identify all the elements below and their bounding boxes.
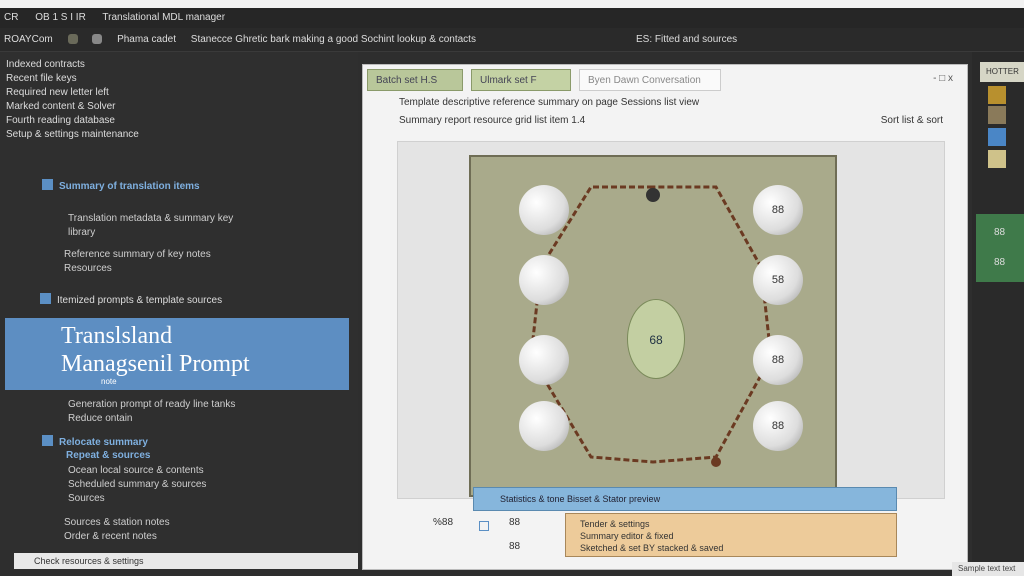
top-strip bbox=[0, 0, 1024, 8]
window-controls[interactable]: - □ x bbox=[933, 73, 953, 84]
description-line: Summary report resource grid list item 1… bbox=[399, 115, 586, 126]
status-bar: Sample text text bbox=[952, 562, 1024, 576]
row-label: 88 bbox=[509, 541, 521, 552]
window-title: Translational MDL manager bbox=[102, 12, 226, 23]
node-ball[interactable]: 88 bbox=[753, 185, 803, 235]
list-item[interactable]: Setup & settings maintenance bbox=[6, 128, 139, 142]
image-icon[interactable] bbox=[92, 34, 103, 45]
section-subtitle: Repeat & sources bbox=[66, 450, 151, 461]
selected-prompt-item[interactable]: Translsland Managsenil Prompt note bbox=[5, 318, 349, 390]
right-item[interactable]: 88 bbox=[976, 244, 1024, 282]
popup-line: Summary editor & fixed bbox=[580, 531, 674, 541]
center-node[interactable]: 68 bbox=[627, 299, 685, 379]
section-text: Reduce ontain bbox=[68, 413, 133, 424]
node-ball[interactable] bbox=[519, 335, 569, 385]
list-item[interactable]: Fourth reading database bbox=[6, 114, 139, 128]
node-ball[interactable] bbox=[519, 401, 569, 451]
popup-line: Tender & settings bbox=[580, 519, 650, 529]
node-ball[interactable] bbox=[519, 255, 569, 305]
preview-popup[interactable]: Statistics & tone Bisset & Stator previe… bbox=[473, 487, 897, 511]
chat-icon[interactable] bbox=[67, 34, 78, 45]
list-item[interactable]: Marked content & Solver bbox=[6, 100, 139, 114]
node-ball[interactable]: 88 bbox=[753, 335, 803, 385]
title-bar: CR OB 1 S I IR Translational MDL manager bbox=[0, 8, 1024, 28]
right-panel: HOTTER 88 88 bbox=[972, 52, 1024, 572]
row-label: %88 bbox=[433, 517, 454, 528]
node-ball[interactable] bbox=[519, 185, 569, 235]
section-title: Summary of translation items bbox=[59, 181, 200, 192]
document-panel: Batch set H.S Ulmark set F Byen Dawn Con… bbox=[362, 64, 968, 570]
editor-popup[interactable]: Tender & settings Summary editor & fixed… bbox=[565, 513, 897, 557]
panel-title: ES: Fitted and sources bbox=[636, 34, 738, 45]
list-item[interactable]: Indexed contracts bbox=[6, 58, 139, 72]
section-text: Reference summary of key notes bbox=[64, 249, 211, 260]
popup-line: Sketched & set BY stacked & saved bbox=[580, 543, 724, 553]
section-relocate[interactable]: Relocate summary Repeat & sources bbox=[42, 432, 150, 461]
node-ball[interactable]: 88 bbox=[753, 401, 803, 451]
section-text: library bbox=[68, 227, 96, 238]
section-icon bbox=[40, 293, 51, 305]
section-text: Generation prompt of ready line tanks bbox=[68, 399, 236, 410]
app-menu[interactable]: CR bbox=[4, 12, 18, 23]
diagram-figure[interactable]: 88 58 88 88 68 bbox=[469, 155, 837, 497]
blue-icon[interactable] bbox=[988, 128, 1006, 146]
section-text: Order & recent notes bbox=[64, 531, 157, 542]
tab-ulmark[interactable]: Ulmark set F bbox=[471, 69, 571, 91]
section-text: Resources bbox=[64, 263, 112, 274]
left-panel: Indexed contracts Recent file keys Requi… bbox=[0, 52, 358, 550]
right-panel-header: HOTTER bbox=[980, 62, 1024, 82]
prompt-title-line2: Managsenil Prompt bbox=[61, 351, 250, 377]
toolbar: ROAYCom Phama cadet Stanecce Ghretic bar… bbox=[0, 28, 1024, 52]
prompt-title-line1: Translsland bbox=[61, 323, 173, 349]
section-summary[interactable]: Summary of translation items bbox=[42, 176, 200, 194]
list-item[interactable]: Recent file keys bbox=[6, 72, 139, 86]
section-prompts[interactable]: Itemized prompts & template sources bbox=[40, 290, 222, 308]
section-text: Translation metadata & summary key bbox=[68, 213, 234, 224]
section-text: Scheduled summary & sources bbox=[68, 479, 207, 490]
section-text: Sources & station notes bbox=[64, 517, 170, 528]
tab-batch[interactable]: Batch set H.S bbox=[367, 69, 463, 91]
bottom-bar-label: Check resources & settings bbox=[34, 556, 144, 566]
sort-label[interactable]: Sort list & sort bbox=[881, 115, 943, 126]
description-line: Template descriptive reference summary o… bbox=[399, 97, 700, 108]
prompt-subtitle: note bbox=[101, 377, 117, 386]
list-item[interactable]: Required new letter left bbox=[6, 86, 139, 100]
recent-list: Indexed contracts Recent file keys Requi… bbox=[6, 58, 139, 142]
tab-conversation[interactable]: Byen Dawn Conversation bbox=[579, 69, 721, 91]
app-menu-2[interactable]: OB 1 S I IR bbox=[35, 12, 86, 23]
left-bottom-bar[interactable]: Check resources & settings bbox=[14, 553, 358, 569]
row-label: 88 bbox=[509, 517, 521, 528]
toolbar-description: Stanecce Ghretic bark making a good Soch… bbox=[190, 34, 476, 45]
section-title: Relocate summary bbox=[59, 437, 148, 448]
section-text: Ocean local source & contents bbox=[68, 465, 204, 476]
section-icon bbox=[42, 435, 53, 447]
section-icon bbox=[42, 179, 53, 191]
note-icon[interactable] bbox=[988, 150, 1006, 168]
toolbar-item[interactable]: ROAYCom bbox=[4, 34, 53, 45]
node-ball[interactable]: 58 bbox=[753, 255, 803, 305]
toolbar-item[interactable]: Phama cadet bbox=[117, 34, 176, 45]
section-text: Sources bbox=[68, 493, 105, 504]
file-icon[interactable] bbox=[988, 106, 1006, 124]
folder-icon[interactable] bbox=[988, 86, 1006, 104]
section-title: Itemized prompts & template sources bbox=[57, 295, 223, 306]
checkbox[interactable] bbox=[479, 521, 489, 531]
